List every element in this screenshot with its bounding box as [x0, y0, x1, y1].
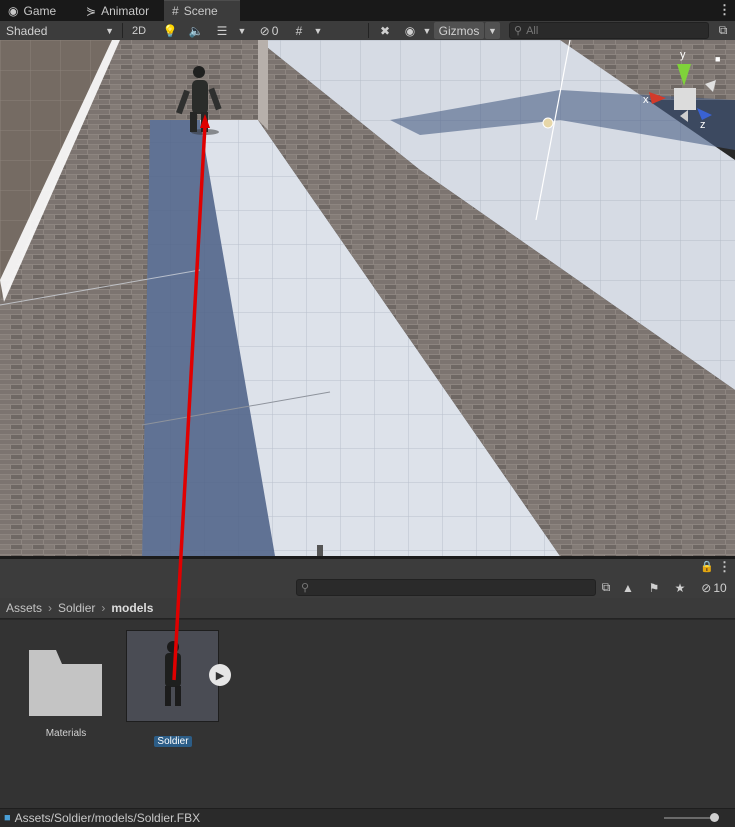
tab-game[interactable]: ◉ Game [0, 0, 76, 21]
folder-icon [29, 650, 102, 716]
effects-toggle-button[interactable]: ☰ [210, 22, 234, 39]
gizmos-dropdown[interactable]: ▼ [485, 22, 500, 39]
filter-by-type-button[interactable]: ▲ [619, 579, 637, 596]
asset-item-materials[interactable]: Materials [22, 630, 110, 746]
icon-size-slider-handle[interactable] [710, 813, 719, 822]
star-icon: ★ [674, 580, 686, 595]
effects-dropdown[interactable]: ▼ [234, 22, 250, 39]
2d-toggle-label: 2D [131, 24, 147, 37]
search-icon: ⚲ [514, 25, 523, 37]
asset-grid: Materials ▶ Soldier [0, 620, 735, 808]
project-panel-header: 🔒 ⋮ [0, 559, 735, 577]
chevron-down-icon: ▼ [422, 25, 432, 36]
tools-icon: ✖ [379, 23, 391, 38]
play-icon[interactable]: ▶ [209, 664, 231, 686]
search-options-icon: ⧉ [601, 580, 611, 594]
breadcrumb-item-soldier[interactable]: Soldier [58, 601, 95, 615]
breadcrumb-item-assets[interactable]: Assets [6, 601, 42, 615]
search-icon: ⚲ [301, 582, 310, 594]
tab-animator-label: Animator [101, 3, 150, 18]
eye-off-icon: ⊘ [701, 580, 712, 595]
shading-mode-label: Shaded [6, 23, 48, 38]
tab-animator[interactable]: ⋟ Animator [78, 0, 162, 21]
grid-icon: # [295, 23, 303, 38]
toolbar-divider [122, 23, 123, 38]
gizmo-lock-icon[interactable]: ■ [715, 54, 720, 64]
scene-search-input[interactable]: ⚲ All [509, 22, 709, 39]
search-options-icon: ⧉ [718, 23, 728, 37]
gizmos-button[interactable]: Gizmos [434, 22, 484, 39]
selected-asset-path: Assets/Soldier/models/Soldier.FBX [14, 811, 201, 825]
icon-size-slider[interactable] [664, 817, 716, 819]
animator-icon: ⋟ [86, 3, 97, 18]
window-menu-icon[interactable]: ⋮ [718, 2, 731, 18]
project-search-input[interactable]: ⚲ [296, 579, 596, 596]
hash-icon: # [172, 4, 179, 18]
breadcrumb: Assets › Soldier › models [0, 598, 735, 619]
asset-label-soldier: Soldier [154, 736, 192, 747]
layers-icon: ☰ [216, 23, 228, 38]
camera-button[interactable]: ◉ [400, 22, 420, 39]
chevron-down-icon: ▼ [313, 25, 323, 36]
asset-thumbnail [126, 630, 219, 722]
search-options-button[interactable]: ⧉ [713, 22, 733, 39]
hidden-packages-toggle[interactable]: ⊘ 10 [697, 579, 731, 596]
toolbar-divider [368, 23, 369, 38]
window-tab-bar: ◉ Game ⋟ Animator # Scene ⋮ [0, 0, 735, 21]
chevron-down-icon: ▼ [237, 25, 247, 36]
shading-mode-dropdown[interactable]: Shaded ▼ [2, 22, 118, 39]
project-toolbar: ⚲ ⧉ ▲ ⚑ ★ ⊘ 10 [0, 577, 735, 599]
tools-button[interactable]: ✖ [374, 22, 396, 39]
search-options-button[interactable]: ⧉ [597, 579, 615, 596]
scene-viewport[interactable]: y x z ■ [0, 40, 735, 556]
chevron-down-icon: ▼ [105, 25, 114, 36]
lighting-toggle-button[interactable]: 💡 [158, 22, 182, 39]
lightbulb-icon: 💡 [162, 23, 178, 38]
chevron-down-icon: ▼ [488, 25, 497, 36]
2d-toggle-button[interactable]: 2D [126, 22, 152, 39]
gizmo-y-label: y [680, 49, 686, 61]
tab-scene[interactable]: # Scene [164, 0, 240, 21]
audio-toggle-button[interactable]: 🔈 [184, 22, 208, 39]
soldier-thumbnail [165, 641, 181, 706]
scene-render: y x z ■ [0, 40, 735, 556]
filter-by-label-button[interactable]: ⚑ [645, 579, 663, 596]
gizmo-x-label: x [643, 94, 649, 106]
asset-label-soldier-wrap: Soldier [126, 736, 220, 747]
gizmo-z-label: z [700, 119, 706, 131]
favorites-button[interactable]: ★ [671, 579, 689, 596]
model-file-icon: ■ [4, 812, 11, 824]
panel-menu-icon[interactable]: ⋮ [718, 559, 731, 575]
speaker-icon: 🔈 [188, 23, 204, 38]
grid-toggle-button[interactable]: # [288, 22, 310, 39]
asset-label-materials: Materials [45, 728, 87, 739]
grid-dropdown[interactable]: ▼ [310, 22, 326, 39]
filter-type-icon: ▲ [622, 580, 634, 595]
breadcrumb-item-models[interactable]: models [111, 601, 153, 615]
chevron-right-icon: › [48, 601, 53, 615]
scene-search-placeholder: All [526, 24, 539, 37]
hidden-objects-count: 0 [271, 23, 279, 38]
hidden-packages-count: 10 [713, 580, 727, 595]
lock-icon[interactable]: 🔒 [700, 560, 714, 573]
status-bar: ■ Assets/Soldier/models/Soldier.FBX [0, 808, 735, 827]
scene-toolbar: Shaded ▼ 2D 💡 🔈 ☰ ▼ ⊘ 0 # ▼ ✖ ◉ ▼ Gizmos… [0, 21, 735, 41]
chevron-right-icon: › [101, 601, 106, 615]
tag-icon: ⚑ [648, 580, 660, 595]
tab-scene-label: Scene [183, 4, 218, 18]
camera-icon: ◉ [404, 23, 416, 38]
camera-dropdown[interactable]: ▼ [420, 22, 434, 39]
gamepad-icon: ◉ [8, 3, 19, 18]
gizmos-label: Gizmos [438, 23, 480, 38]
tab-game-label: Game [23, 3, 57, 18]
eye-off-icon: ⊘ [259, 23, 270, 38]
asset-item-soldier[interactable]: ▶ Soldier [126, 630, 231, 747]
hidden-objects-toggle[interactable]: ⊘ 0 [254, 22, 284, 39]
